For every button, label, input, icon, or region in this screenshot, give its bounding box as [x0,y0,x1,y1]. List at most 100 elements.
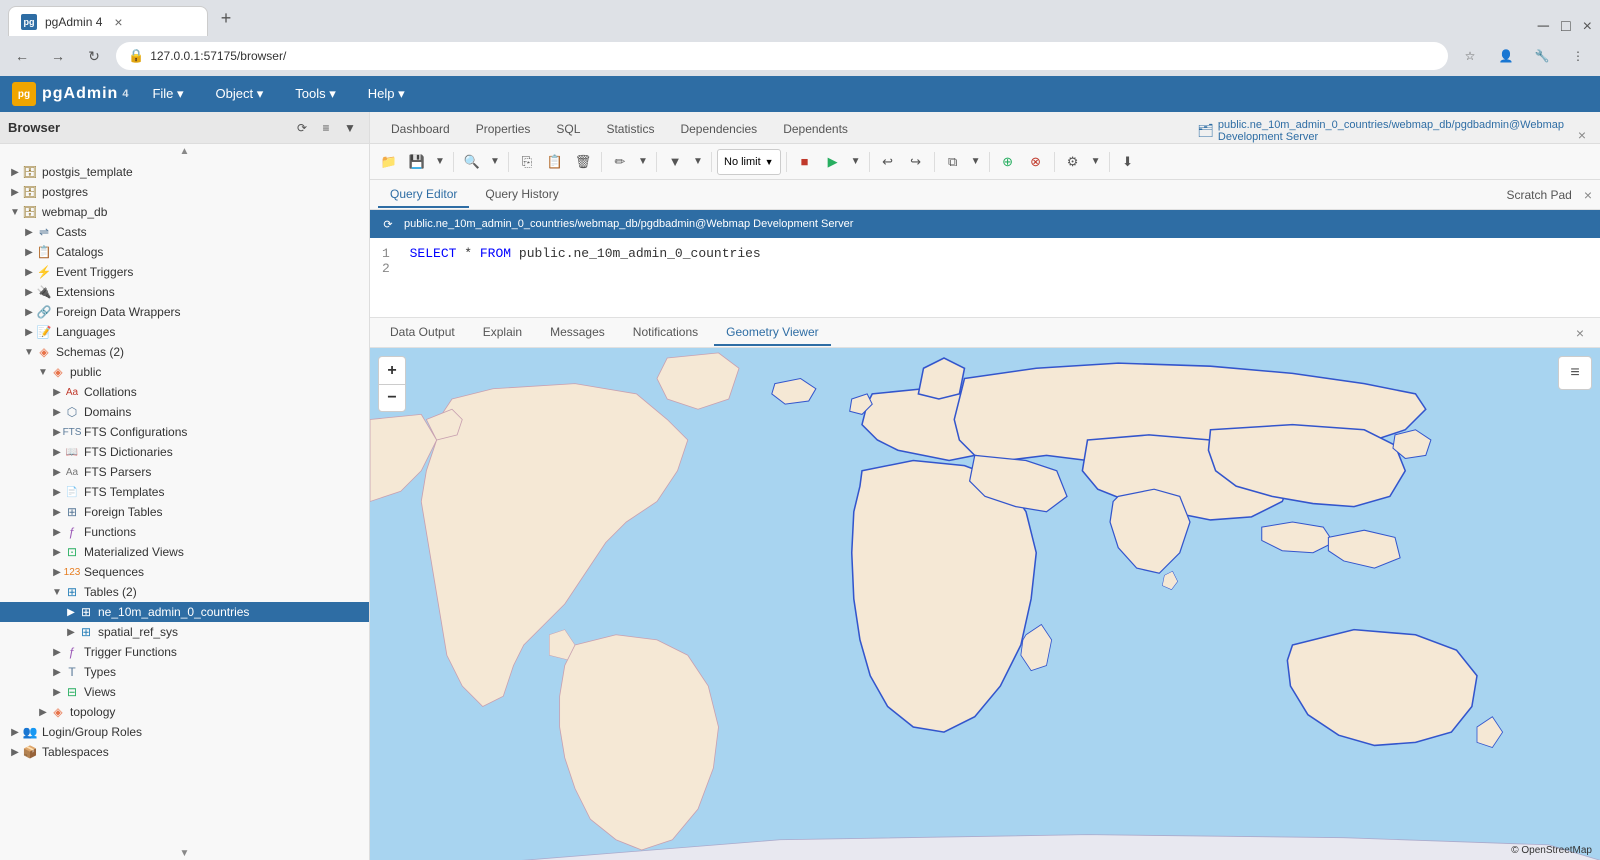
undo-button[interactable]: ↩ [875,149,901,175]
tab-dependencies[interactable]: Dependencies [667,115,770,143]
toggle-materialized-views[interactable]: ▶ [50,545,64,559]
find-button[interactable]: 🔍 [459,149,485,175]
tree-item-types[interactable]: ▶ T Types [0,662,369,682]
tab-geometry-viewer[interactable]: Geometry Viewer [714,320,830,346]
toggle-casts[interactable]: ▶ [22,225,36,239]
menu-tools[interactable]: Tools ▾ [287,82,344,106]
tree-item-domains[interactable]: ▶ ⬡ Domains [0,402,369,422]
refresh-tree-button[interactable]: ⟳ [291,117,313,139]
tree-item-public[interactable]: ▼ ◈ public [0,362,369,382]
tab-notifications[interactable]: Notifications [621,320,710,346]
tree-item-collations[interactable]: ▶ Aa Collations [0,382,369,402]
toggle-types[interactable]: ▶ [50,665,64,679]
tree-item-functions[interactable]: ▶ ƒ Functions [0,522,369,542]
scroll-up-arrow[interactable]: ▲ [180,146,190,157]
tab-query-history[interactable]: Query History [473,182,570,208]
filter-button[interactable]: ▼ [339,117,361,139]
toggle-tablespaces[interactable]: ▶ [8,745,22,759]
maximize-button[interactable]: □ [1561,18,1571,36]
tab-query-editor[interactable]: Query Editor [378,182,469,208]
toggle-sequences[interactable]: ▶ [50,565,64,579]
format-dropdown-button[interactable]: ▼ [1088,149,1104,175]
tree-item-spatial-ref[interactable]: ▶ ⊞ spatial_ref_sys [0,622,369,642]
toggle-webmap-db[interactable]: ▼ [8,205,22,219]
tree-item-topology[interactable]: ▶ ◈ topology [0,702,369,722]
download-button[interactable]: ⬇ [1115,149,1141,175]
execute-dropdown-button[interactable]: ▼ [848,149,864,175]
edit-dropdown-button[interactable]: ▼ [635,149,651,175]
tree-item-event-triggers[interactable]: ▶ ⚡ Event Triggers [0,262,369,282]
minimize-button[interactable]: ─ [1538,18,1549,36]
tab-dependents[interactable]: Dependents [770,115,861,143]
tree-item-trigger-functions[interactable]: ▶ ƒ Trigger Functions [0,642,369,662]
toggle-topology[interactable]: ▶ [36,705,50,719]
results-close-button[interactable]: × [1568,325,1592,341]
tree-item-catalogs[interactable]: ▶ 📋 Catalogs [0,242,369,262]
connection-icon[interactable]: ⟳ [378,214,398,234]
edit-button[interactable]: ✏ [607,149,633,175]
tree-item-ne10m[interactable]: ▶ ⊞ ne_10m_admin_0_countries [0,602,369,622]
tab-explain[interactable]: Explain [471,320,534,346]
toggle-catalogs[interactable]: ▶ [22,245,36,259]
forward-button[interactable]: → [44,42,72,70]
zoom-in-button[interactable]: + [378,356,406,384]
row-limit-dropdown[interactable]: No limit ▼ [717,149,781,175]
filter-dropdown-button[interactable]: ▼ [690,149,706,175]
tree-item-foreign-tables[interactable]: ▶ ⊞ Foreign Tables [0,502,369,522]
view-toggle-button[interactable]: ≡ [315,117,337,139]
filter-button[interactable]: ▼ [662,149,688,175]
toggle-fts-templates[interactable]: ▶ [50,485,64,499]
toggle-schemas[interactable]: ▼ [22,345,36,359]
copy-rows-button[interactable]: ⧉ [940,149,966,175]
tree-item-fts-templates[interactable]: ▶ 📄 FTS Templates [0,482,369,502]
back-button[interactable]: ← [8,42,36,70]
delete-button[interactable]: 🗑 [570,149,596,175]
refresh-button[interactable]: ↻ [80,42,108,70]
tree-item-fts-dicts[interactable]: ▶ 📖 FTS Dictionaries [0,442,369,462]
tree-item-fts-parsers[interactable]: ▶ Aa FTS Parsers [0,462,369,482]
toggle-spatial-ref[interactable]: ▶ [64,625,78,639]
toggle-postgres[interactable]: ▶ [8,185,22,199]
tree-item-tablespaces[interactable]: ▶ 📦 Tablespaces [0,742,369,762]
tree-item-sequences[interactable]: ▶ 123 Sequences [0,562,369,582]
profile-button[interactable]: 👤 [1492,42,1520,70]
extension-button[interactable]: 🔧 [1528,42,1556,70]
stop-button[interactable]: ■ [792,149,818,175]
tab-messages[interactable]: Messages [538,320,617,346]
commit-button[interactable]: ⊕ [995,149,1021,175]
tab-sql[interactable]: SQL [543,115,593,143]
toggle-functions[interactable]: ▶ [50,525,64,539]
format-button[interactable]: ⚙ [1060,149,1086,175]
bookmark-button[interactable]: ☆ [1456,42,1484,70]
toggle-trigger-functions[interactable]: ▶ [50,645,64,659]
rollback-button[interactable]: ⊗ [1023,149,1049,175]
toggle-fts-parsers[interactable]: ▶ [50,465,64,479]
toggle-fdw[interactable]: ▶ [22,305,36,319]
menu-help[interactable]: Help ▾ [360,82,413,106]
zoom-out-button[interactable]: − [378,384,406,412]
tree-item-materialized-views[interactable]: ▶ ⊡ Materialized Views [0,542,369,562]
tree-item-extensions[interactable]: ▶ 🔌 Extensions [0,282,369,302]
new-tab-button[interactable]: + [212,4,240,32]
tab-dashboard[interactable]: Dashboard [378,115,463,143]
tree-item-postgis-template[interactable]: ▶ 🗄 postgis_template [0,162,369,182]
tab-properties[interactable]: Properties [463,115,544,143]
tab-statistics[interactable]: Statistics [593,115,667,143]
toggle-event-triggers[interactable]: ▶ [22,265,36,279]
toggle-extensions[interactable]: ▶ [22,285,36,299]
tree-item-webmap-db[interactable]: ▼ 🗄 webmap_db [0,202,369,222]
panel-close-button[interactable]: × [1572,127,1592,143]
toggle-languages[interactable]: ▶ [22,325,36,339]
tree-item-languages[interactable]: ▶ 📝 Languages [0,322,369,342]
scroll-down-arrow[interactable]: ▼ [180,848,190,859]
tree-item-login-roles[interactable]: ▶ 👥 Login/Group Roles [0,722,369,742]
toggle-login-roles[interactable]: ▶ [8,725,22,739]
tree-item-views[interactable]: ▶ ⊟ Views [0,682,369,702]
toggle-public[interactable]: ▼ [36,365,50,379]
address-bar[interactable]: 🔒 127.0.0.1:57175/browser/ [116,42,1448,70]
breadcrumb-tab[interactable]: 🗂 public.ne_10m_admin_0_countries/webmap… [1189,119,1572,143]
tree-item-postgres[interactable]: ▶ 🗄 postgres [0,182,369,202]
redo-button[interactable]: ↪ [903,149,929,175]
toggle-postgis-template[interactable]: ▶ [8,165,22,179]
paste-button[interactable]: 📋 [542,149,568,175]
